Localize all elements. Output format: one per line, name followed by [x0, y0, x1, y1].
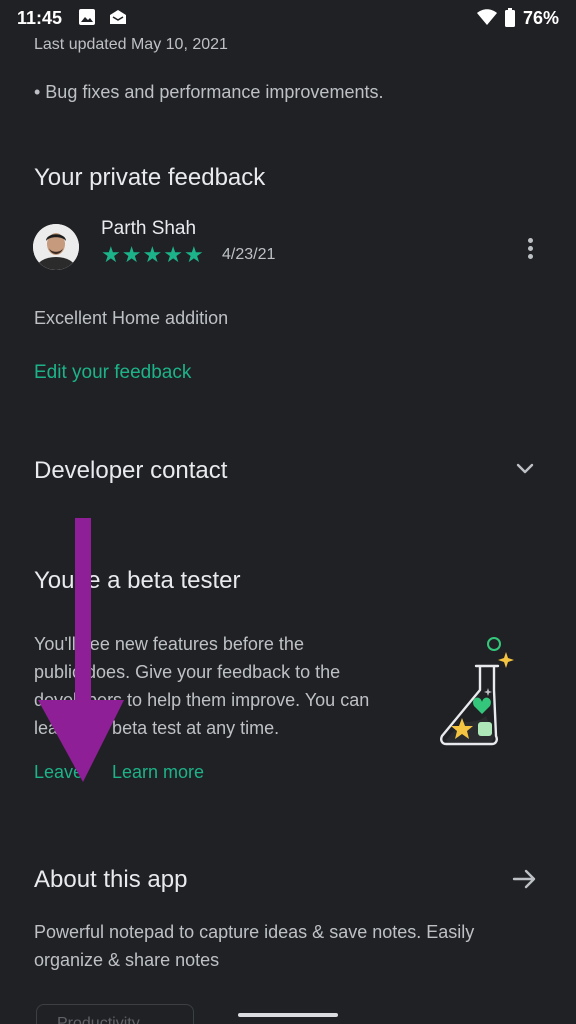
star-icon: ★ [183, 242, 204, 267]
battery-icon [505, 8, 515, 27]
more-options-button[interactable] [516, 232, 546, 266]
wifi-icon [477, 9, 497, 25]
annotation-arrow [38, 518, 124, 782]
private-feedback-title: Your private feedback [34, 164, 266, 191]
play-store-app-details-screen: 11:45 76% Last updated May 10, 2021 • Bu… [0, 0, 576, 1024]
status-bar: 11:45 76% [0, 0, 576, 34]
category-chip-label: Productivity [57, 1015, 140, 1024]
about-app-description: Powerful notepad to capture ideas & save… [34, 922, 475, 970]
developer-contact-title[interactable]: Developer contact [34, 457, 227, 485]
status-time: 11:45 [17, 8, 63, 28]
review-date: 4/23/21 [222, 246, 276, 263]
about-app-title[interactable]: About this app [34, 866, 187, 894]
edit-feedback-link[interactable]: Edit your feedback [34, 362, 191, 384]
last-updated-text: Last updated May 10, 2021 [34, 36, 228, 53]
star-icon: ★ [163, 242, 183, 267]
notification-icon [110, 10, 126, 24]
home-indicator[interactable] [238, 1013, 338, 1017]
avatar [33, 224, 79, 270]
chevron-down-icon[interactable] [512, 456, 538, 482]
reviewer-name: Parth Shah [101, 218, 197, 239]
star-icon: ★ [142, 242, 163, 267]
image-icon [79, 9, 95, 25]
battery-percent: 76% [522, 8, 559, 28]
star-icon: ★ [121, 242, 142, 267]
star-icon: ★ [101, 242, 121, 267]
beta-flask-illustration [440, 637, 514, 746]
feedback-text: Excellent Home addition [34, 308, 229, 328]
star-rating: ★ ★ ★ ★ ★ [101, 244, 204, 266]
more-vert-icon [528, 238, 533, 243]
arrow-forward-icon[interactable] [510, 864, 540, 894]
release-notes: • Bug fixes and performance improvements… [34, 82, 384, 102]
category-chip[interactable]: Productivity [36, 1004, 194, 1024]
